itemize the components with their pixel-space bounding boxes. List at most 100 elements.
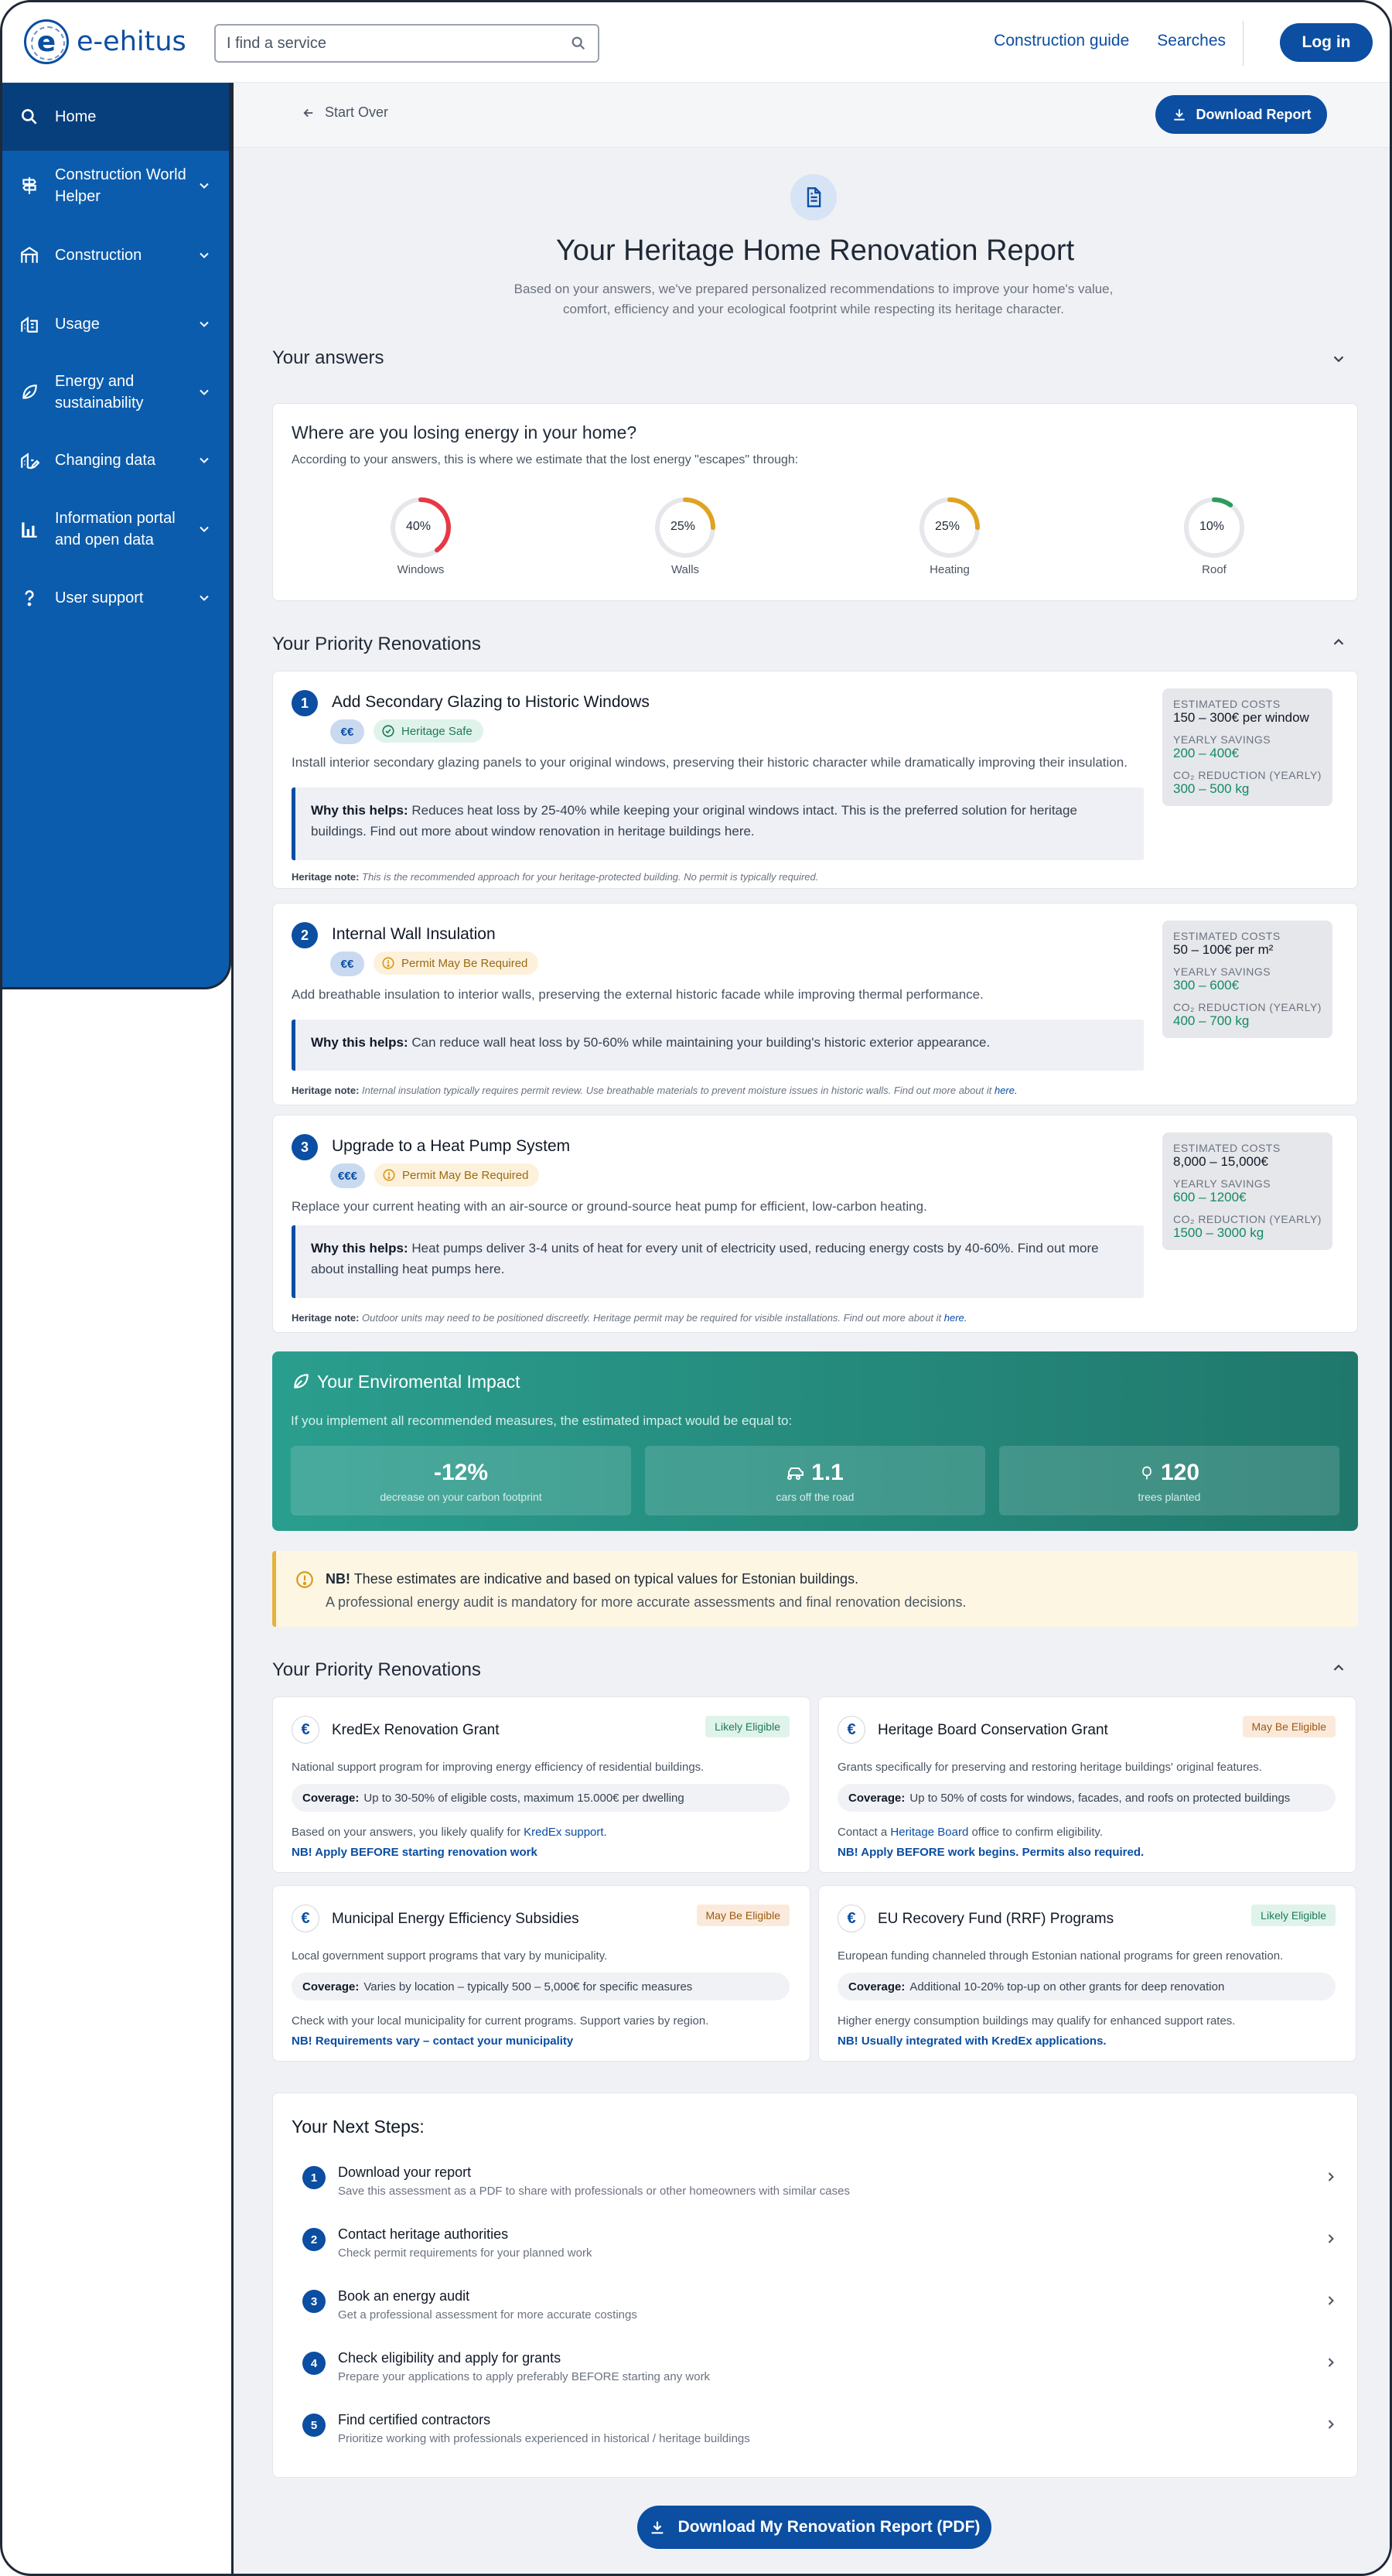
heritage-note: Heritage note: Internal insulation typic…	[292, 1085, 1018, 1096]
grant-warning-text: NB! Usually integrated with	[838, 2034, 989, 2048]
step-description: Prepare your applications to apply prefe…	[338, 2370, 711, 2383]
estimated-costs-value: 150 – 300€ per window	[1173, 710, 1309, 725]
chevron-down-icon[interactable]	[196, 316, 212, 332]
next-step-item[interactable]: 4 Check eligibility and apply for grants P…	[302, 2344, 1339, 2393]
grant-warning: NB! Usually integrated with KredEx appli…	[838, 2034, 1107, 2048]
next-step-item[interactable]: 3 Book an energy audit Get a professional …	[302, 2282, 1339, 2332]
chevron-down-icon[interactable]	[196, 384, 212, 400]
coverage-value: Varies by location – typically 500 – 5,0…	[363, 1980, 693, 1993]
renovation-description: Replace your current heating with an air…	[292, 1199, 927, 1214]
sidebar-item-label: Energy and sustainability	[55, 373, 144, 412]
cost-summary: ESTIMATED COSTS 50 – 100€ per m² YEARLY SA…	[1162, 921, 1332, 1038]
chevron-right-icon[interactable]	[1323, 2169, 1339, 2185]
next-step-item[interactable]: 2 Contact heritage authorities Check permi…	[302, 2220, 1339, 2270]
signpost-icon	[22, 177, 36, 194]
download-pdf-label: Download My Renovation Report (PDF)	[677, 2518, 981, 2536]
download-pdf-button[interactable]: Download My Renovation Report (PDF)	[637, 2506, 991, 2549]
why-link[interactable]: here.	[475, 1262, 505, 1276]
estimated-costs-value: 8,000 – 15,000€	[1173, 1154, 1268, 1169]
question-icon	[25, 590, 34, 606]
search-icon[interactable]	[570, 35, 587, 52]
impact-title: Your Enviromental Impact	[317, 1372, 520, 1392]
eligibility-badge: Likely Eligible	[1251, 1905, 1336, 1926]
grant-note: Higher energy consumption buildings may …	[838, 2014, 1235, 2028]
next-step-item[interactable]: 5 Find certified contractors Prioritize wo…	[302, 2406, 1339, 2455]
heritage-note-link[interactable]: here.	[944, 1312, 967, 1324]
grant-coverage: Coverage: Up to 50% of costs for windows,…	[838, 1784, 1336, 1812]
chevron-down-icon[interactable]	[196, 248, 212, 263]
sidebar-item-label: User support	[55, 589, 144, 606]
heritage-status-label: Permit May Be Required	[401, 956, 528, 970]
chevron-right-icon[interactable]	[1323, 2355, 1339, 2370]
logo-text: e-ehitus	[77, 26, 186, 57]
donut-label: Roof	[1202, 563, 1227, 576]
sidebar-item-home[interactable]: Home	[2, 83, 229, 151]
grant-warning-text: NB! Apply BEFORE starting renovation wor…	[292, 1846, 537, 1859]
chevron-right-icon[interactable]	[1323, 2293, 1339, 2308]
chevron-down-icon[interactable]	[196, 590, 212, 606]
sidebar-item-construction-world-helper[interactable]: Construction World Helper	[2, 151, 229, 220]
why-link[interactable]: here.	[725, 824, 755, 839]
section-title-priority: Your Priority Renovations	[272, 634, 481, 654]
chevron-down-icon[interactable]	[196, 453, 212, 468]
chevron-down-icon[interactable]	[196, 178, 212, 193]
cost-summary: ESTIMATED COSTS 150 – 300€ per window YEAR…	[1162, 688, 1332, 806]
nav-searches[interactable]: Searches	[1157, 32, 1226, 50]
why-this-helps: Why this helps: Reduces heat loss by 25-…	[292, 787, 1144, 860]
grant-coverage: Coverage: Up to 30-50% of eligible costs,…	[292, 1784, 790, 1812]
euro-icon: €	[292, 1716, 319, 1744]
search-icon	[22, 109, 37, 125]
chevron-right-icon[interactable]	[1323, 2417, 1339, 2432]
heritage-note-link[interactable]: here.	[995, 1085, 1018, 1096]
sidebar-item-usage[interactable]: Usage	[2, 290, 229, 358]
search-input[interactable]	[227, 34, 570, 53]
step-description: Check permit requirements for your plann…	[338, 2246, 592, 2260]
heritage-status-label: Heritage Safe	[401, 724, 473, 738]
chevron-right-icon[interactable]	[1323, 2231, 1339, 2246]
chevron-down-icon[interactable]	[1330, 350, 1347, 367]
sidebar-item-changing-data[interactable]: Changing data	[2, 426, 229, 494]
cost-level-badge: €€€	[330, 1163, 366, 1188]
building-edit-icon	[21, 453, 39, 470]
grant-warning: NB! Requirements vary – contact your mun…	[292, 2034, 573, 2048]
estimated-costs-value: 50 – 100€ per m²	[1173, 942, 1274, 957]
nav-construction-guide[interactable]: Construction guide	[994, 32, 1129, 50]
grant-description: Grants specifically for preserving and r…	[838, 1761, 1262, 1774]
disclaimer-line-1: NB! These estimates are indicative and b…	[326, 1571, 859, 1587]
next-steps-card: Your Next Steps: 1 Download your report Sa…	[272, 2093, 1358, 2478]
logo[interactable]: e e-ehitus	[24, 19, 186, 64]
donut-label: Windows	[397, 563, 445, 576]
euro-icon: €	[838, 1716, 865, 1744]
impact-stat-value: 120	[999, 1460, 1339, 1486]
start-over-link[interactable]: Start Over	[302, 104, 388, 121]
step-number: 3	[302, 2290, 326, 2313]
login-button[interactable]: Log in	[1280, 23, 1373, 62]
chevron-up-icon[interactable]	[1330, 634, 1347, 651]
sidebar-item-energy[interactable]: Energy and sustainability	[2, 358, 229, 426]
impact-stat-label: trees planted	[1138, 1491, 1201, 1503]
chevron-down-icon[interactable]	[196, 521, 212, 537]
chevron-up-icon[interactable]	[1330, 1659, 1347, 1676]
next-step-item[interactable]: 1 Download your report Save this assessmen…	[302, 2158, 1339, 2208]
header-nav: Construction guide Searches	[994, 32, 1226, 50]
heritage-note-text: Outdoor units may need to be positioned …	[362, 1312, 942, 1324]
step-label: Download your report	[338, 2164, 472, 2180]
grant-note-link[interactable]: Heritage Board	[890, 1826, 968, 1839]
sidebar-item-information-portal[interactable]: Information portal and open data	[2, 494, 229, 564]
why-text: Can reduce wall heat loss by 50-60% whil…	[411, 1035, 991, 1050]
estimated-costs-label: ESTIMATED COSTS	[1173, 930, 1281, 942]
section-title-grants: Your Priority Renovations	[272, 1659, 481, 1680]
sidebar-item-user-support[interactable]: User support	[2, 564, 229, 632]
donut-label: Walls	[670, 563, 700, 576]
grant-note-link[interactable]: KredEx support.	[524, 1826, 607, 1839]
grant-note-text: office to confirm eligibility.	[971, 1826, 1103, 1839]
why-this-helps: Why this helps: Can reduce wall heat los…	[292, 1020, 1144, 1071]
sidebar-item-construction[interactable]: Construction	[2, 220, 229, 290]
renovation-title: Internal Wall Insulation	[332, 925, 496, 943]
euro-icon: €	[838, 1905, 865, 1932]
download-report-button[interactable]: Download Report	[1155, 95, 1327, 134]
grant-warning-text: NB! Requirements vary – contact your mun…	[292, 2034, 574, 2048]
eligibility-badge: May Be Eligible	[696, 1905, 790, 1926]
heritage-note-label: Heritage note:	[292, 1312, 360, 1324]
grant-warning-link[interactable]: KredEx applications.	[991, 2034, 1106, 2048]
